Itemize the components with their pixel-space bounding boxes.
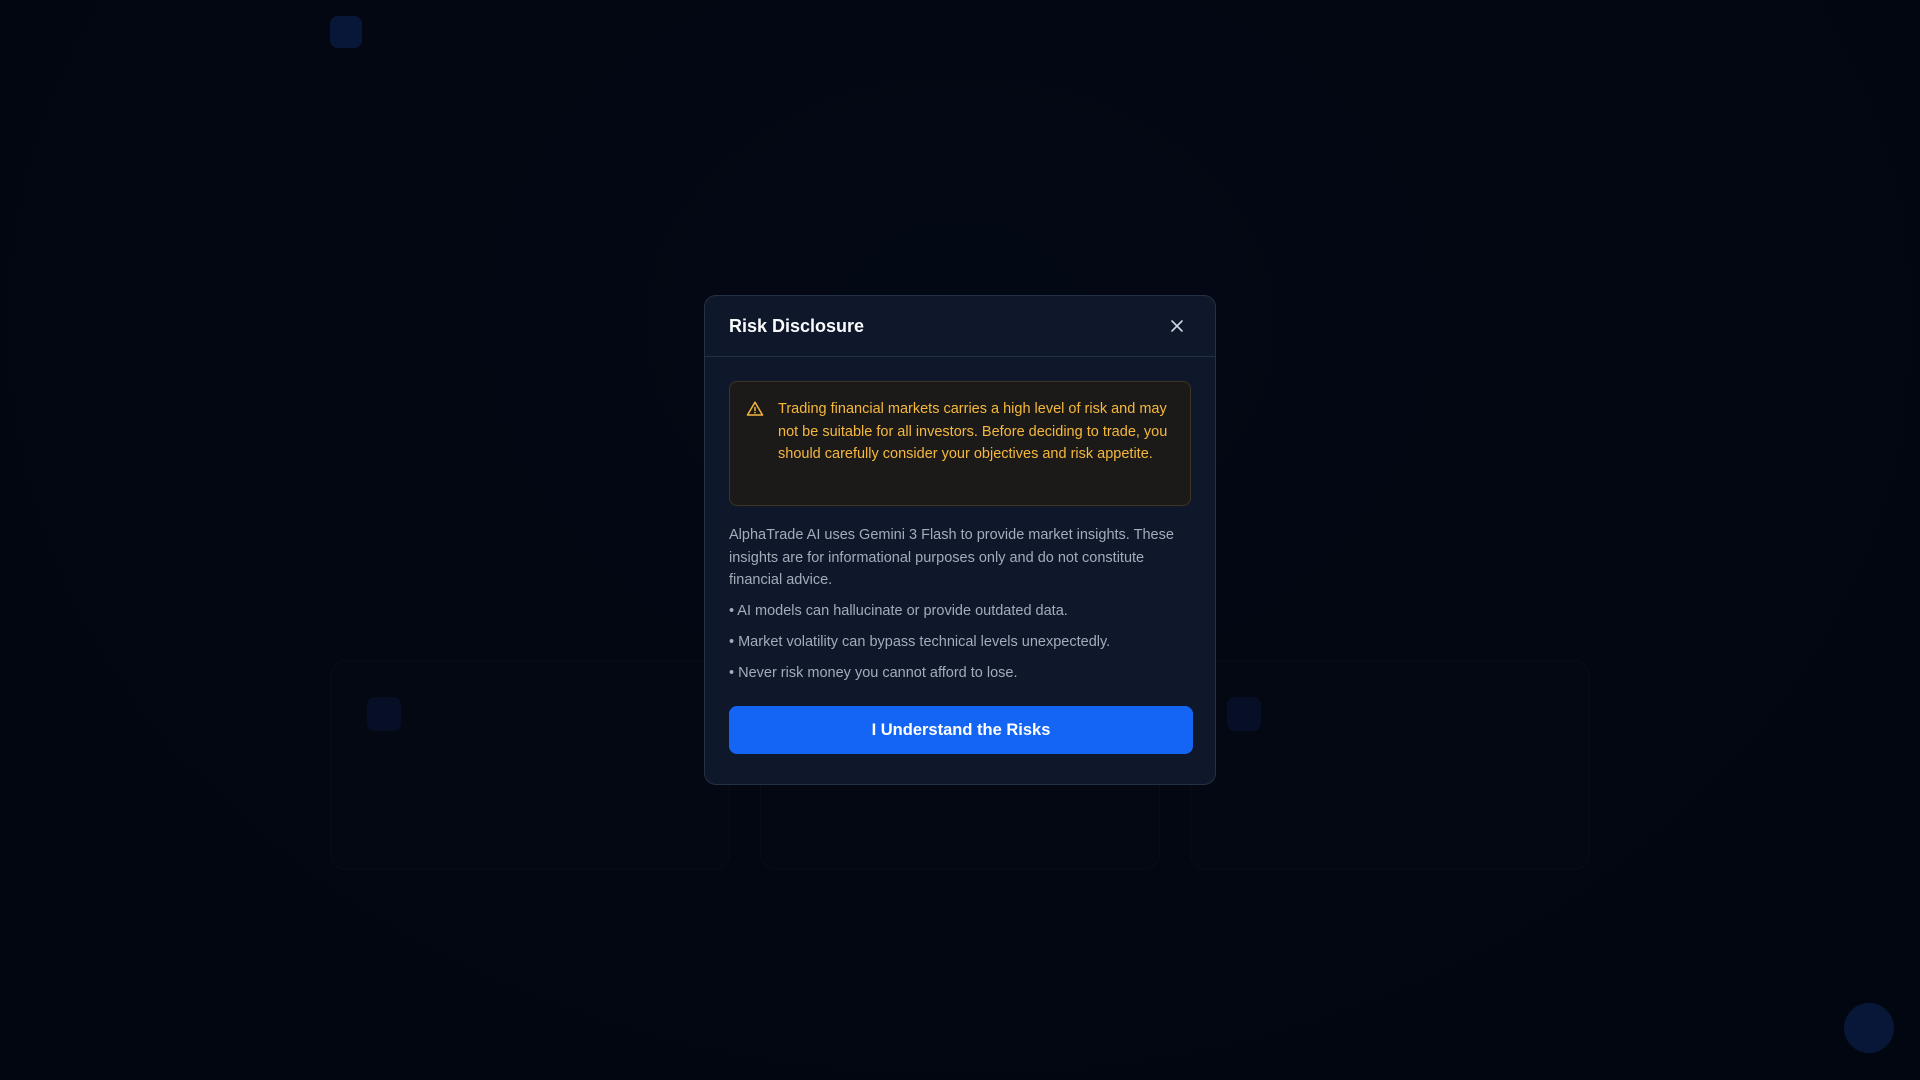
- close-icon: [1171, 320, 1183, 332]
- modal-body: Trading financial markets carries a high…: [705, 357, 1215, 754]
- modal-header: Risk Disclosure: [705, 296, 1215, 357]
- warning-triangle-icon: [746, 401, 764, 416]
- list-item: • Market volatility can bypass technical…: [729, 633, 1111, 650]
- modal-title: Risk Disclosure: [729, 315, 865, 336]
- understand-risks-button[interactable]: I Understand the Risks: [729, 706, 1193, 754]
- risk-disclosure-modal: Risk Disclosure Trading financial market…: [704, 295, 1216, 785]
- warning-callout: Trading financial markets carries a high…: [729, 381, 1191, 506]
- page: Risk Disclosure Trading financial market…: [0, 0, 1920, 1080]
- disclosure-intro: AlphaTrade AI uses Gemini 3 Flash to pro…: [729, 527, 1174, 588]
- list-item: • Never risk money you cannot afford to …: [729, 664, 1018, 681]
- risk-bullets: • AI models can hallucinate or provide o…: [729, 600, 1191, 685]
- warning-text: Trading financial markets carries a high…: [778, 401, 1168, 462]
- close-button[interactable]: [1163, 312, 1191, 340]
- list-item: • AI models can hallucinate or provide o…: [729, 602, 1068, 619]
